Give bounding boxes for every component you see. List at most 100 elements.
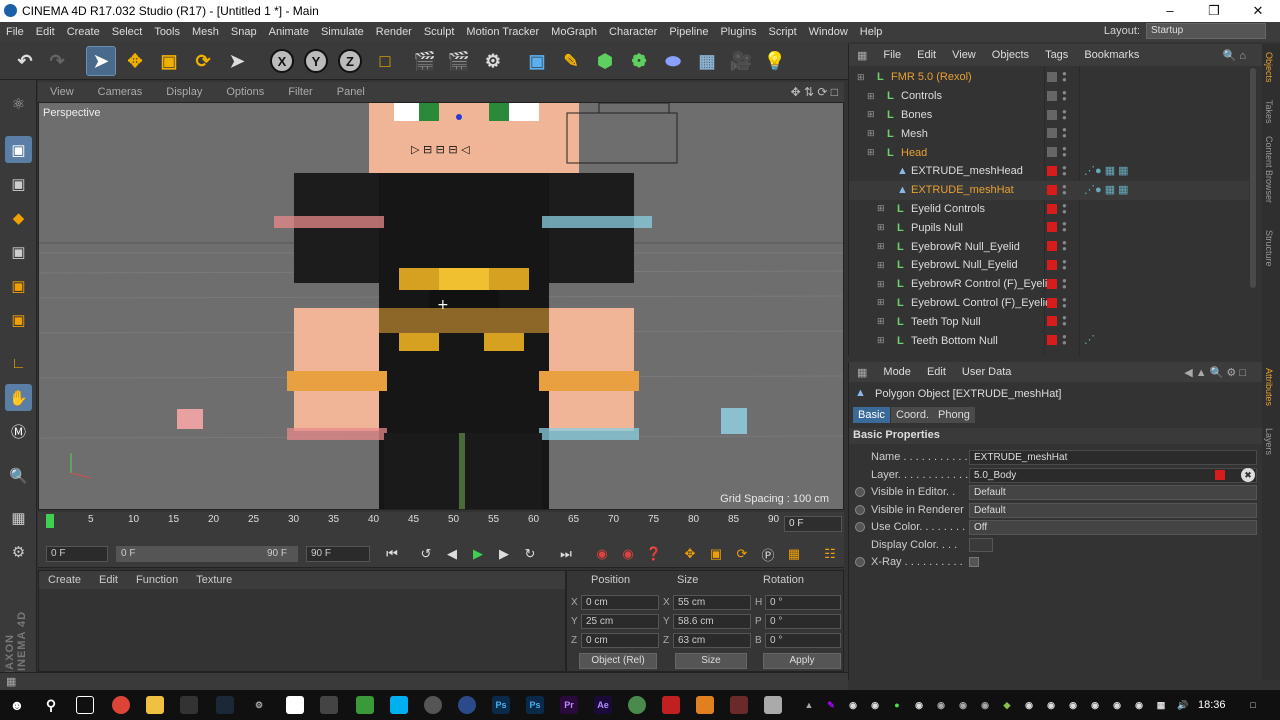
object-row[interactable]: ⊞ L Mesh ● ● (849, 124, 1249, 143)
record-position-icon[interactable]: ✥ (680, 544, 700, 564)
start-icon[interactable]: ☻ (8, 696, 26, 714)
layout-dropdown[interactable]: Startup (1146, 23, 1266, 39)
workplane-icon[interactable]: ◆ (5, 204, 32, 231)
expand-toggle-icon[interactable]: ⊞ (867, 109, 875, 120)
tray-icon[interactable]: ◉ (1020, 696, 1038, 714)
x-axis-lock-button[interactable]: X (270, 49, 294, 73)
current-frame-field[interactable]: 0 F (784, 516, 842, 532)
tray-icon[interactable]: ◉ (910, 696, 928, 714)
viewport-navigation-icons[interactable]: ✥ ⇅ ⟳ □ (791, 85, 838, 99)
visibility-dots-icon[interactable]: ● ● (1062, 276, 1067, 290)
cinema4d-taskbar-icon[interactable] (458, 696, 476, 714)
end-frame-field[interactable]: 90 F (306, 546, 370, 562)
menu-help[interactable]: Help (854, 26, 889, 38)
animate-radio-icon[interactable] (855, 487, 865, 497)
side-tab-structure[interactable]: Structure (1264, 230, 1274, 267)
tray-icon[interactable]: ▲ (800, 696, 818, 714)
visibility-dots-icon[interactable]: ● ● (1062, 126, 1067, 140)
tray-icon[interactable]: ◉ (932, 696, 950, 714)
tray-icon[interactable]: ◉ (1108, 696, 1126, 714)
visibility-dots-icon[interactable]: ● ● (1062, 333, 1067, 347)
viewport-menu-display[interactable]: Display (154, 86, 214, 98)
object-row[interactable]: ⊞ L Eyelid Controls ● ● (849, 200, 1249, 219)
attribute-input[interactable]: 5.0_Body (969, 467, 1257, 483)
attr-menu-mode[interactable]: Mode (875, 366, 919, 378)
steam-icon[interactable] (216, 696, 234, 714)
object-tree-scrollbar[interactable] (1250, 68, 1256, 288)
tab-basic[interactable]: Basic (853, 407, 890, 423)
maximize-button[interactable]: ❐ (1192, 0, 1236, 22)
search-icon[interactable]: ⚲ (42, 696, 60, 714)
render-settings-icon[interactable]: ⚙ (478, 46, 508, 76)
close-button[interactable]: ✕ (1236, 0, 1280, 22)
scale-tool-icon[interactable]: ▣ (154, 46, 184, 76)
polygons-mode-icon[interactable]: ▣ (5, 306, 32, 333)
menu-animate[interactable]: Animate (263, 26, 315, 38)
premiere-icon[interactable]: Pr (560, 696, 578, 714)
edges-mode-icon[interactable]: ▣ (5, 272, 32, 299)
menu-character[interactable]: Character (603, 26, 663, 38)
ik-tag-icon[interactable]: ⋰ (1084, 333, 1095, 346)
menu-file[interactable]: File (0, 26, 30, 38)
menu-motion-tracker[interactable]: Motion Tracker (460, 26, 545, 38)
play-forward-icon[interactable]: ▶ (468, 544, 488, 564)
range-slider[interactable]: 0 F 90 F (116, 546, 298, 562)
layer-color-swatch[interactable] (1047, 222, 1057, 233)
size-x-field[interactable]: 55 cm (673, 595, 751, 610)
object-row[interactable]: ⊞ L Head ● ● (849, 143, 1249, 162)
object-name[interactable]: FMR 5.0 (Rexol) (891, 71, 972, 83)
menu-window[interactable]: Window (803, 26, 854, 38)
object-name[interactable]: EyebrowL Null_Eyelid (911, 259, 1018, 271)
visibility-dots-icon[interactable]: ● ● (1062, 201, 1067, 215)
viewport-menu-filter[interactable]: Filter (276, 86, 324, 98)
layer-clear-icon[interactable]: ✖ (1241, 467, 1255, 482)
menu-plugins[interactable]: Plugins (714, 26, 762, 38)
next-key-icon[interactable]: ↻ (520, 544, 540, 564)
menu-script[interactable]: Script (763, 26, 803, 38)
tray-icon[interactable]: ✎ (822, 696, 840, 714)
object-row[interactable]: ▲ EXTRUDE_meshHead ● ● ⋰● ▦ ▦ (849, 162, 1249, 181)
object-name[interactable]: Head (901, 147, 927, 159)
object-row[interactable]: ▲ EXTRUDE_meshHat ● ● ⋰● ▦ ▦ (849, 180, 1249, 200)
tray-icon[interactable]: ▦ (1152, 696, 1170, 714)
tray-icon[interactable]: ◉ (954, 696, 972, 714)
tab-phong[interactable]: Phong (933, 407, 975, 423)
layer-color-swatch[interactable] (1047, 128, 1057, 139)
camera-icon[interactable]: 🎥 (726, 46, 756, 76)
previous-frame-icon[interactable]: ◀ (442, 544, 462, 564)
after-effects-icon[interactable]: Ae (594, 696, 612, 714)
object-row[interactable]: ⊞ L Controls ● ● (849, 87, 1249, 106)
layer-color-swatch[interactable] (1047, 166, 1057, 176)
tray-icon[interactable]: ◆ (998, 696, 1016, 714)
light-icon[interactable]: 💡 (760, 46, 790, 76)
tray-icon[interactable]: ◉ (844, 696, 862, 714)
rotate-tool-icon[interactable]: ⟳ (188, 46, 218, 76)
menu-snap[interactable]: Snap (225, 26, 263, 38)
menu-mesh[interactable]: Mesh (186, 26, 225, 38)
timeline-ticks[interactable]: 051015202530354045505560657075808590 (46, 514, 779, 534)
tweak-mode-icon[interactable]: ✋ (5, 384, 32, 411)
side-tab-takes[interactable]: Takes (1264, 100, 1274, 124)
om-menu-objects[interactable]: Objects (984, 49, 1037, 61)
menu-mograph[interactable]: MoGraph (545, 26, 603, 38)
expand-toggle-icon[interactable]: ⊞ (877, 203, 885, 214)
layer-color-swatch[interactable] (1047, 241, 1057, 252)
visibility-dots-icon[interactable]: ● ● (1062, 164, 1067, 178)
viewport-menu-cameras[interactable]: Cameras (86, 86, 155, 98)
recent-tool-icon[interactable]: ➤ (222, 46, 252, 76)
cloner-icon[interactable]: ❁ (624, 46, 654, 76)
visibility-dots-icon[interactable]: ● ● (1062, 220, 1067, 234)
expand-toggle-icon[interactable]: ⊞ (867, 147, 875, 158)
pos-y-field[interactable]: 25 cm (581, 614, 659, 629)
redo-icon[interactable]: ↷ (42, 46, 72, 76)
animate-radio-icon[interactable] (855, 557, 865, 567)
layer-color-swatch[interactable] (1047, 335, 1057, 346)
record-rotation-icon[interactable]: ⟳ (732, 544, 752, 564)
object-name[interactable]: EXTRUDE_meshHead (911, 165, 1023, 177)
notifications-icon[interactable]: □ (1244, 696, 1262, 714)
layer-color-swatch[interactable] (1047, 72, 1057, 82)
snapping-icon[interactable]: Ⓜ (5, 418, 32, 445)
app-icon[interactable] (764, 696, 782, 714)
expand-toggle-icon[interactable]: ⊞ (867, 128, 875, 139)
autokeying-icon[interactable]: ◉ (618, 544, 638, 564)
